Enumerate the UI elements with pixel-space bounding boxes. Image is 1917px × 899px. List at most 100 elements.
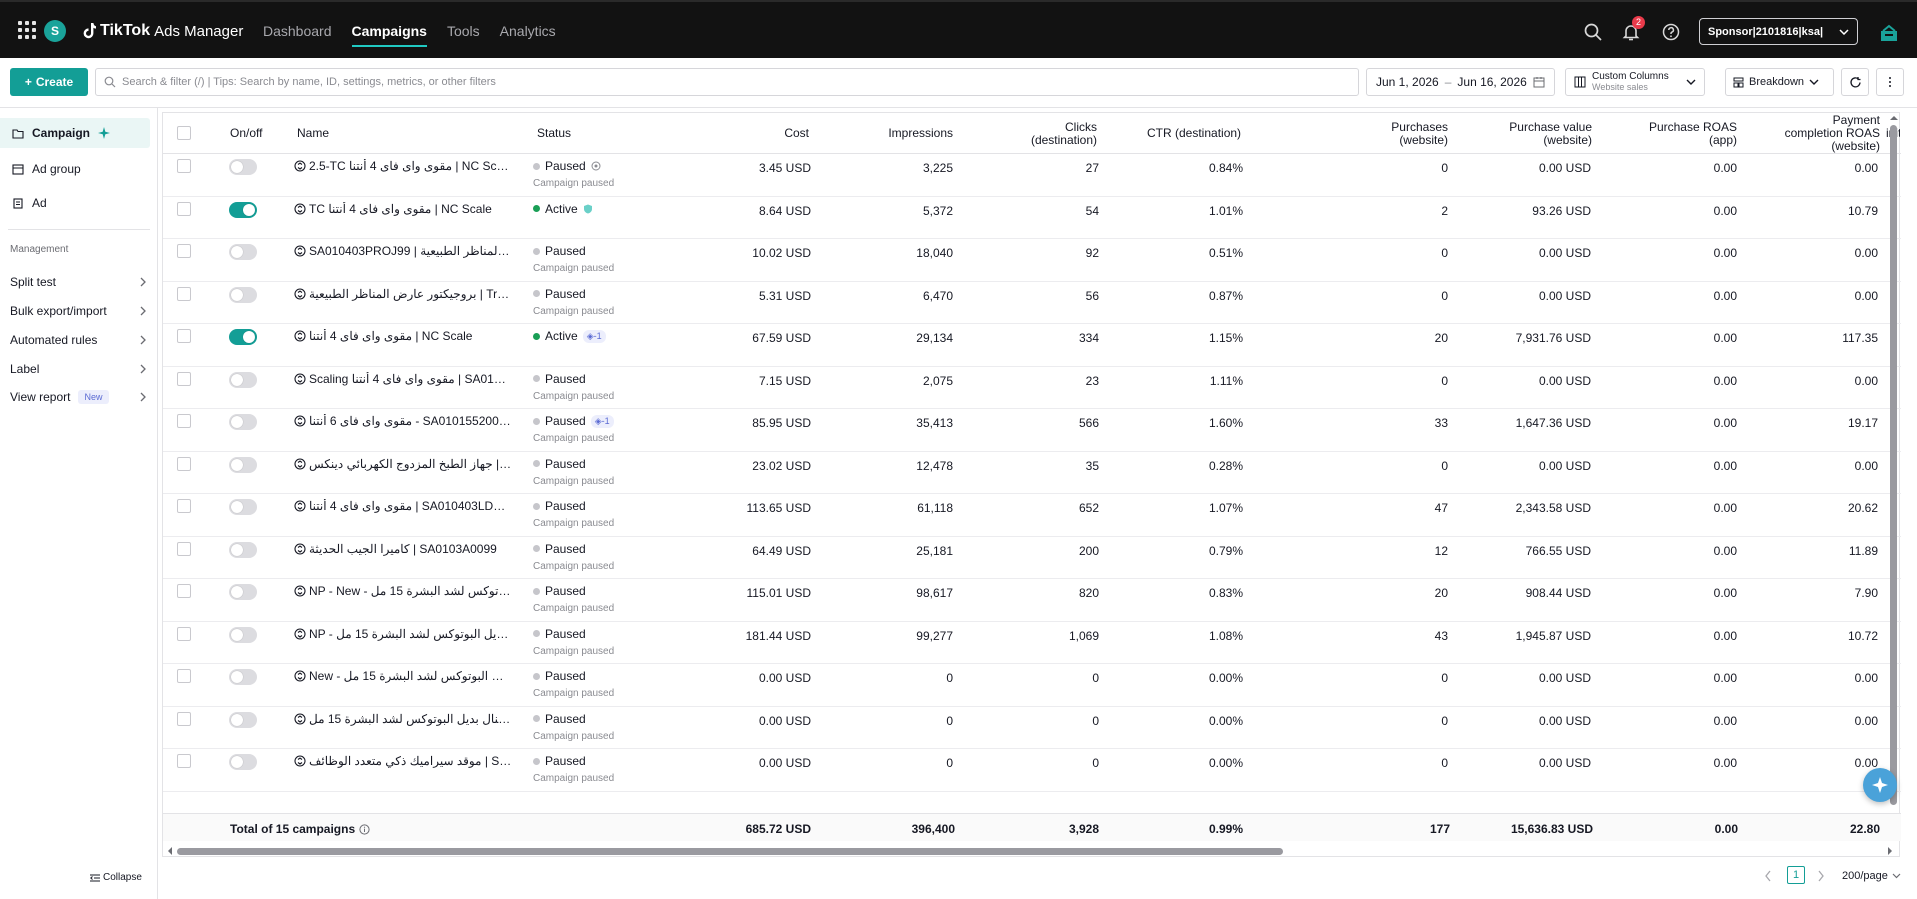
table-row[interactable]: م ريتنال بديل البوتوكس لشد البشرة 15 مل.… bbox=[163, 707, 1901, 749]
sidebar-item-label[interactable]: Label bbox=[10, 359, 146, 379]
header-ctr[interactable]: CTR (destination) bbox=[1147, 113, 1241, 154]
row-checkbox[interactable] bbox=[177, 159, 191, 173]
table-row[interactable]: كاميرا الجيب الحديثة | SA0103A0099 Paused… bbox=[163, 537, 1901, 579]
sidebar-item-view-report[interactable]: View report New bbox=[10, 387, 146, 407]
campaign-toggle[interactable] bbox=[229, 541, 257, 558]
row-checkbox[interactable] bbox=[177, 499, 191, 513]
row-checkbox[interactable] bbox=[177, 669, 191, 683]
campaign-toggle[interactable] bbox=[229, 371, 257, 388]
sidebar-level-ad-group[interactable]: Ad group bbox=[0, 154, 150, 184]
sidebar-level-ad[interactable]: Ad bbox=[0, 188, 150, 218]
create-button[interactable]: + Create bbox=[10, 68, 88, 96]
row-checkbox[interactable] bbox=[177, 626, 191, 641]
table-row[interactable]: جهاز الطبخ المزدوج الكهربائي دينكس | SA0… bbox=[163, 452, 1901, 494]
header-status[interactable]: Status bbox=[537, 113, 571, 154]
campaign-name-link[interactable]: 2.5-TC مقوى واى فاى 4 أنتنا | NC Scale bbox=[294, 159, 512, 173]
table-row[interactable]: Scaling مقوى واى فاى 4 أنتنا | SA01040..… bbox=[163, 367, 1901, 409]
row-checkbox[interactable] bbox=[177, 456, 191, 471]
search-input[interactable] bbox=[122, 76, 1358, 88]
row-checkbox[interactable] bbox=[177, 329, 191, 343]
row-checkbox[interactable] bbox=[177, 371, 191, 386]
search-icon[interactable] bbox=[1583, 20, 1603, 44]
row-checkbox[interactable] bbox=[177, 414, 191, 428]
vertical-scrollbar[interactable] bbox=[1890, 125, 1897, 805]
header-onoff[interactable]: On/off bbox=[230, 113, 262, 154]
campaign-name-link[interactable]: بروجيكتور عارض المناظر الطبيعية | Traffi… bbox=[294, 287, 512, 301]
row-checkbox[interactable] bbox=[177, 541, 191, 556]
campaign-name-link[interactable]: NP - ريتنال بديل البوتوكس لشد البشرة 15 … bbox=[294, 627, 512, 641]
optimization-badge[interactable]: ◈-1 bbox=[590, 414, 614, 428]
campaign-name-link[interactable]: TC مقوى واى فاى 4 أنتنا | NC Scale bbox=[294, 202, 512, 216]
table-row[interactable]: New - ل بديل البوتوكس لشد البشرة 15 مل..… bbox=[163, 664, 1901, 707]
campaign-name-link[interactable]: New - ل بديل البوتوكس لشد البشرة 15 مل..… bbox=[294, 669, 512, 683]
table-row[interactable]: مقوى واى فاى 4 أنتنا | NC Scale Active ◈-1… bbox=[163, 324, 1901, 367]
campaign-name-link[interactable]: كاميرا الجيب الحديثة | SA0103A0099 bbox=[294, 542, 512, 556]
campaign-name-link[interactable]: Scaling مقوى واى فاى 4 أنتنا | SA01040..… bbox=[294, 372, 512, 386]
campaign-toggle[interactable] bbox=[229, 244, 257, 260]
sidebar-level-campaign[interactable]: Campaign bbox=[0, 118, 150, 148]
more-options-button[interactable] bbox=[1876, 68, 1904, 96]
account-selector[interactable]: Sponsor|2101816|ksa| bbox=[1699, 18, 1858, 45]
campaign-toggle[interactable] bbox=[229, 286, 257, 303]
nav-campaigns[interactable]: Campaigns bbox=[351, 2, 428, 60]
campaign-name-link[interactable]: جهاز الطبخ المزدوج الكهربائي دينكس | SA0… bbox=[294, 457, 512, 471]
help-icon[interactable] bbox=[1661, 20, 1681, 44]
header-purchases[interactable]: Purchases (website) bbox=[1343, 113, 1448, 154]
campaign-name-link[interactable]: مقوى واى فاى 6 أنتنا - SA01015520099 bbox=[294, 414, 512, 428]
row-checkbox[interactable] bbox=[177, 244, 191, 258]
sidebar-item-bulk-export[interactable]: Bulk export/import bbox=[10, 301, 146, 321]
table-row[interactable]: 2.5-TC مقوى واى فاى 4 أنتنا | NC Scale Pa… bbox=[163, 154, 1901, 197]
search-filter-box[interactable] bbox=[95, 68, 1359, 96]
header-purchase-roas[interactable]: Purchase ROAS (app) bbox=[1603, 113, 1737, 154]
header-payment-roas[interactable]: Payment completion ROAS (website) bbox=[1743, 113, 1880, 154]
row-checkbox[interactable] bbox=[177, 584, 191, 598]
table-row[interactable]: TC مقوى واى فاى 4 أنتنا | NC Scale Active… bbox=[163, 197, 1901, 239]
table-row[interactable]: SA010403PROJ99 | المناظر الطبيعية ... Pau… bbox=[163, 239, 1901, 282]
campaign-toggle[interactable] bbox=[229, 456, 257, 473]
scroll-left-arrow-icon[interactable] bbox=[167, 846, 173, 856]
prev-page-icon[interactable] bbox=[1764, 866, 1772, 886]
header-impressions[interactable]: Impressions bbox=[823, 113, 953, 154]
custom-columns-select[interactable]: Custom Columns Website sales bbox=[1565, 68, 1705, 96]
row-checkbox[interactable] bbox=[177, 201, 191, 216]
account-center-icon[interactable] bbox=[1878, 21, 1900, 45]
campaign-name-link[interactable]: SA010403PROJ99 | المناظر الطبيعية ... bbox=[294, 244, 512, 258]
page-size-select[interactable]: 200/page bbox=[1842, 866, 1901, 886]
row-checkbox[interactable] bbox=[177, 754, 191, 768]
page-number-current[interactable]: 1 bbox=[1787, 866, 1805, 884]
next-page-icon[interactable] bbox=[1817, 866, 1825, 886]
table-row[interactable]: مقوى واى فاى 6 أنتنا - SA01015520099 Paus… bbox=[163, 409, 1901, 452]
refresh-button[interactable] bbox=[1841, 68, 1869, 96]
scroll-right-arrow-icon[interactable] bbox=[1887, 846, 1893, 856]
table-row[interactable]: موقد سيراميك ذكي متعدد الوظائف | SA0... P… bbox=[163, 749, 1901, 792]
collapse-sidebar-button[interactable]: Collapse bbox=[90, 872, 142, 883]
breakdown-select[interactable]: Breakdown bbox=[1725, 68, 1834, 96]
optimization-badge[interactable]: ◈-1 bbox=[582, 329, 606, 343]
select-all-checkbox[interactable] bbox=[177, 126, 191, 140]
row-checkbox[interactable] bbox=[177, 711, 191, 726]
date-range-picker[interactable]: Jun 1, 2026 – Jun 16, 2026 bbox=[1366, 68, 1555, 96]
nav-analytics[interactable]: Analytics bbox=[500, 2, 556, 60]
horizontal-scrollbar[interactable] bbox=[177, 848, 1283, 855]
campaign-toggle[interactable] bbox=[229, 584, 257, 600]
header-cost[interactable]: Cost bbox=[643, 113, 809, 154]
nav-dashboard[interactable]: Dashboard bbox=[263, 2, 332, 60]
campaign-name-link[interactable]: مقوى واى فاى 4 أنتنا | SA010403LDX10... bbox=[294, 499, 512, 513]
table-row[interactable]: NP - New - البوتوكس لشد البشرة 15 مل ...… bbox=[163, 579, 1901, 622]
scroll-up-arrow-icon[interactable] bbox=[1889, 115, 1899, 121]
campaign-toggle[interactable] bbox=[229, 414, 257, 430]
assistant-fab-button[interactable] bbox=[1863, 768, 1897, 802]
header-name[interactable]: Name bbox=[297, 113, 329, 154]
header-clicks[interactable]: Clicks (destination) bbox=[963, 113, 1097, 154]
campaign-name-link[interactable]: م ريتنال بديل البوتوكس لشد البشرة 15 مل.… bbox=[294, 712, 512, 726]
campaign-name-link[interactable]: مقوى واى فاى 4 أنتنا | NC Scale bbox=[294, 329, 512, 343]
header-purchase-value[interactable]: Purchase value (website) bbox=[1463, 113, 1592, 154]
campaign-toggle[interactable] bbox=[229, 201, 257, 218]
campaign-name-link[interactable]: NP - New - البوتوكس لشد البشرة 15 مل ... bbox=[294, 584, 512, 598]
campaign-toggle[interactable] bbox=[229, 669, 257, 685]
workspace-avatar[interactable]: S bbox=[44, 20, 66, 42]
campaign-toggle[interactable] bbox=[229, 159, 257, 175]
info-icon[interactable] bbox=[359, 823, 370, 835]
tiktok-ads-manager-logo[interactable]: TikTok Ads Manager bbox=[82, 20, 243, 42]
campaign-name-link[interactable]: موقد سيراميك ذكي متعدد الوظائف | SA0... bbox=[294, 754, 512, 768]
